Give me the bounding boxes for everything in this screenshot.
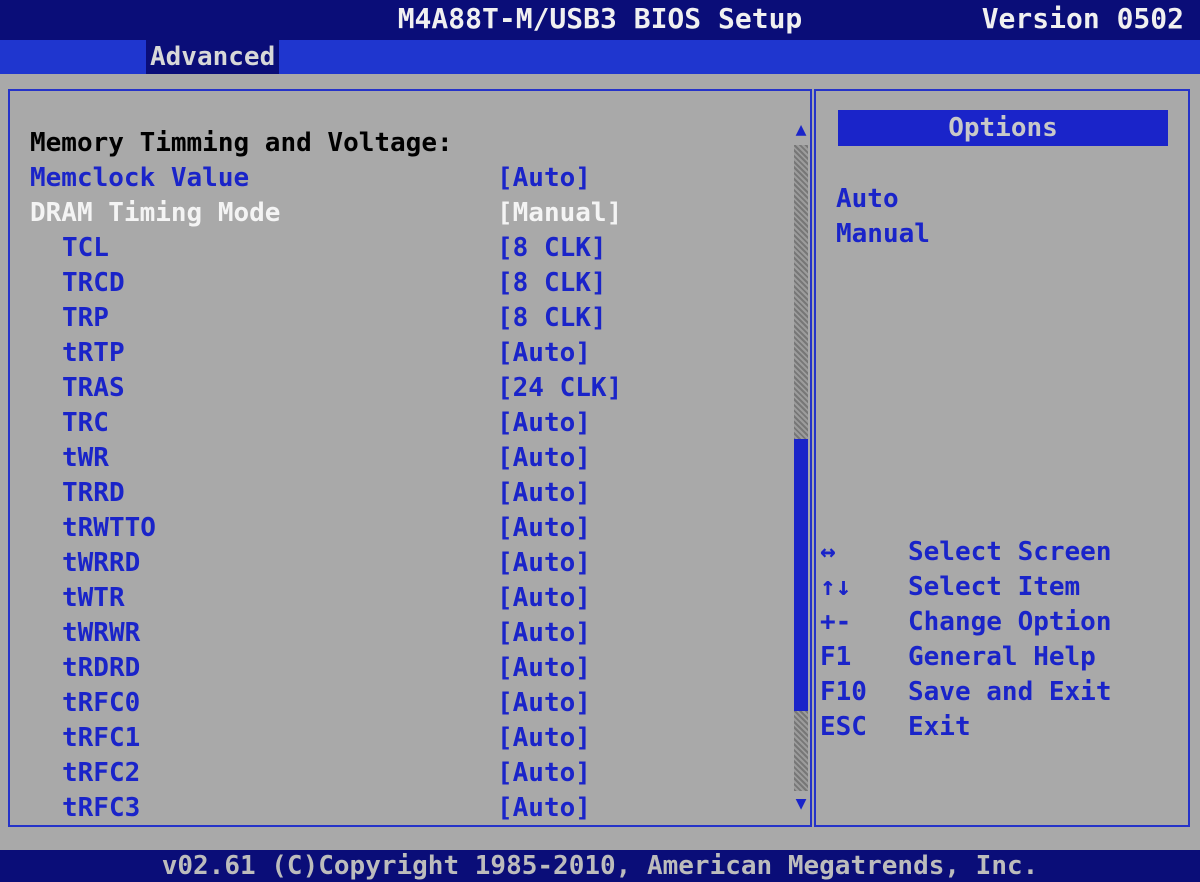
scroll-thumb[interactable] [794,439,808,711]
setting-label: TRRD [62,478,125,508]
help-key: ESC [820,712,867,742]
setting-value[interactable]: [8 CLK] [497,266,607,300]
main-area: Memory Timming and Voltage: Memclock Val… [0,74,1200,850]
tab-advanced[interactable]: Advanced [146,40,280,74]
bios-version: Version 0502 [981,2,1184,35]
setting-label: TRP [62,303,109,333]
setting-label: TRCD [62,268,125,298]
setting-value[interactable]: [Auto] [497,616,591,650]
help-key: ↔ [820,537,836,567]
setting-label: TRAS [62,373,125,403]
setting-value[interactable]: [Auto] [497,161,591,195]
setting-label: tRTP [62,338,125,368]
setting-label: tWTR [62,583,125,613]
setting-value[interactable]: [Auto] [497,791,591,825]
setting-value[interactable]: [Auto] [497,686,591,720]
help-key: ↑↓ [820,572,852,602]
setting-label: tRFC0 [62,688,141,718]
options-title: Options [838,110,1168,146]
help-desc: Exit [908,712,971,742]
scroll-up-arrow-icon[interactable]: ▲ [792,121,810,139]
setting-value[interactable]: [Auto] [497,581,591,615]
setting-value[interactable]: [24 CLK] [497,371,622,405]
setting-value[interactable]: [Auto] [497,441,591,475]
help-key: F10 [820,677,867,707]
setting-label: TCL [62,233,109,263]
setting-label: tRFC1 [62,723,141,753]
setting-value[interactable]: [Auto] [497,721,591,755]
setting-value[interactable]: [Auto] [497,406,591,440]
setting-value[interactable]: [Auto] [497,511,591,545]
setting-value[interactable]: [Auto] [497,476,591,510]
help-key: F1 [820,642,852,672]
help-desc: Change Option [908,607,1112,637]
setting-label: tWR [62,443,109,473]
setting-label: Memclock Value [30,163,250,193]
help-desc: Save and Exit [908,677,1112,707]
footer-copyright: v02.61 (C)Copyright 1985-2010, American … [0,850,1200,882]
setting-value[interactable]: [Auto] [497,756,591,790]
options-panel: Options Auto Manual ↔ Select Screen ↑↓ S… [814,89,1190,827]
scroll-down-arrow-icon[interactable]: ▼ [792,795,810,813]
setting-value[interactable]: [8 CLK] [497,301,607,335]
settings-panel: Memory Timming and Voltage: Memclock Val… [8,89,812,827]
setting-value[interactable]: [Auto] [497,651,591,685]
setting-value[interactable]: [Auto] [497,546,591,580]
setting-label: DRAM Timing Mode [30,198,281,228]
setting-value[interactable]: [Manual] [497,196,622,230]
setting-label: tRFC2 [62,758,141,788]
help-desc: Select Screen [908,537,1112,567]
setting-label: tWRWR [62,618,141,648]
help-key: +- [820,607,852,637]
option-item-manual[interactable]: Manual [836,217,930,251]
help-desc: General Help [908,642,1096,672]
setting-label: TRC [62,408,109,438]
setting-value[interactable]: [Auto] [497,336,591,370]
title-bar: M4A88T-M/USB3 BIOS Setup Version 0502 [0,0,1200,40]
help-desc: Select Item [908,572,1081,602]
option-item-auto[interactable]: Auto [836,182,899,216]
setting-label: tRWTTO [62,513,156,543]
section-heading: Memory Timming and Voltage: [30,128,453,158]
setting-label: tRFC3 [62,793,141,823]
setting-value[interactable]: [8 CLK] [497,231,607,265]
vertical-scrollbar[interactable]: ▲ ▼ [792,121,810,813]
setting-label: tWRRD [62,548,141,578]
setting-label: tRDRD [62,653,141,683]
menu-bar: Advanced [0,40,1200,74]
